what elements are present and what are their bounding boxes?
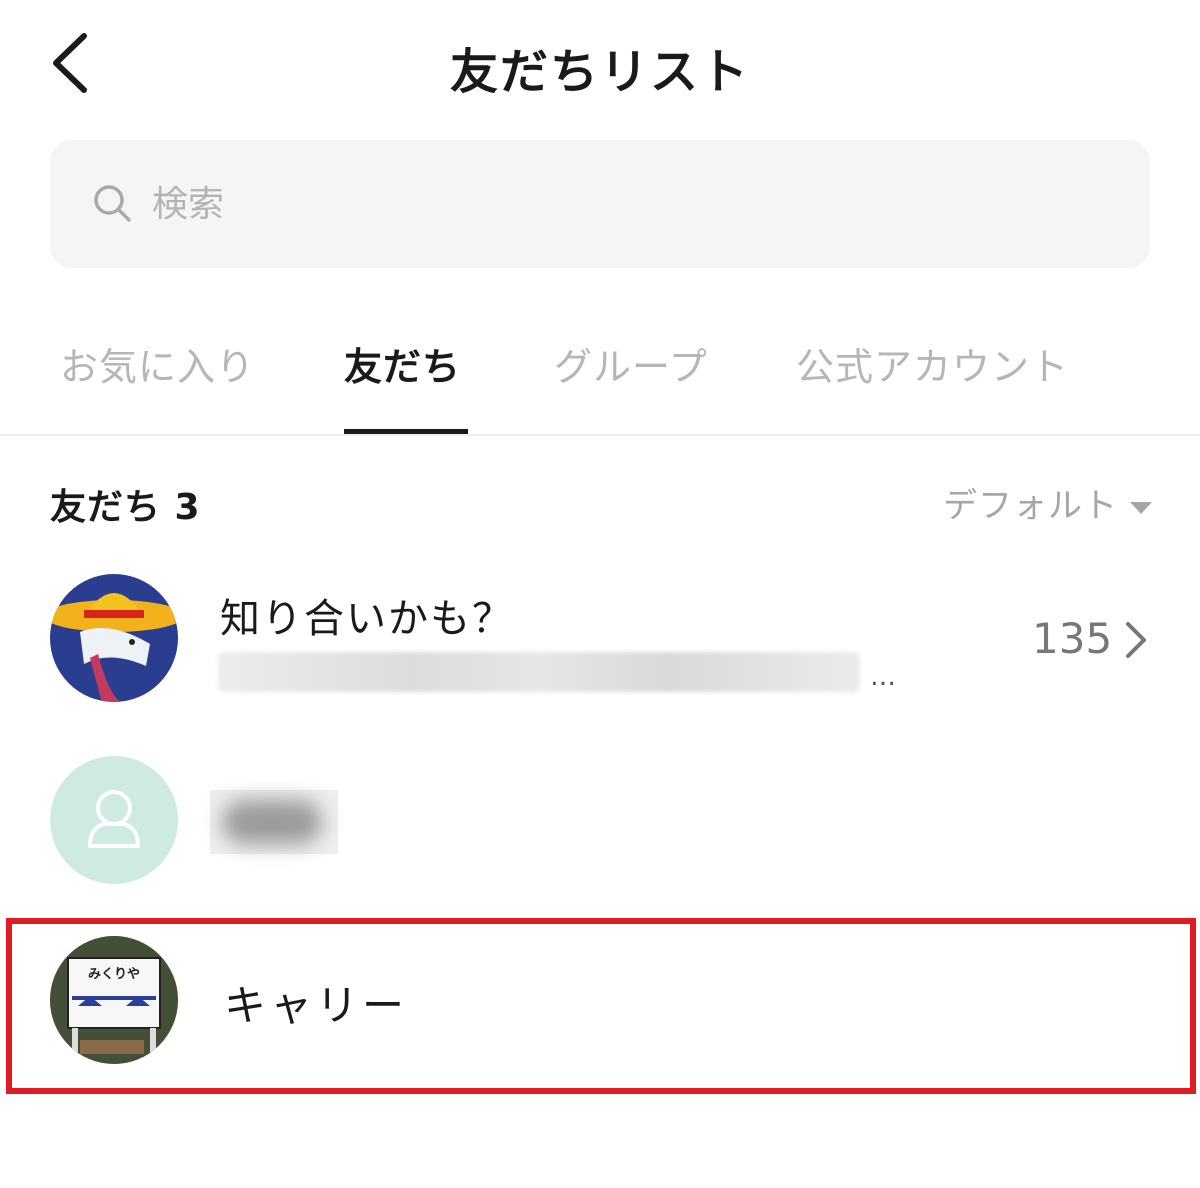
- recommended-friends-row[interactable]: [0, 560, 1200, 720]
- tab-official-accounts[interactable]: 公式アカウント: [796, 336, 1069, 391]
- page-title: 友だちリスト: [449, 44, 750, 100]
- blurred-subtext: [218, 652, 860, 692]
- caret-down-icon: [1130, 501, 1152, 514]
- default-avatar: [50, 756, 178, 884]
- chevron-right-icon: [1126, 622, 1146, 658]
- search-input[interactable]: [152, 168, 1132, 240]
- avatar: みくりや: [50, 936, 178, 1064]
- friend-name: キャリー: [224, 981, 409, 1030]
- friend-row[interactable]: [0, 740, 1200, 900]
- recommend-count: 135: [1032, 614, 1113, 663]
- header: 友だちリスト: [0, 0, 1200, 120]
- tab-bar: お気に入り 友だち グループ 公式アカウント: [0, 300, 1200, 438]
- truncation-ellipsis: …: [870, 662, 896, 692]
- sort-dropdown[interactable]: デフォルト: [943, 478, 1152, 527]
- friends-count-heading: 友だち 3: [50, 487, 201, 528]
- search-icon: [94, 185, 131, 222]
- tabs-divider: [0, 434, 1200, 436]
- person-icon: [88, 790, 140, 848]
- profile-image: みくりや: [50, 936, 178, 1064]
- svg-text:みくりや: みくりや: [88, 967, 140, 982]
- recommend-title: 知り合いかも？: [220, 596, 514, 642]
- avatar: [50, 574, 178, 702]
- sort-label: デフォルト: [943, 486, 1118, 526]
- tab-favorites[interactable]: お気に入り: [60, 336, 255, 391]
- tab-friends[interactable]: 友だち: [344, 336, 461, 391]
- profile-image: [50, 574, 178, 702]
- friend-row-carry[interactable]: みくりや: [0, 924, 1200, 1088]
- blurred-name: [222, 800, 322, 844]
- tab-groups[interactable]: グループ: [554, 336, 708, 391]
